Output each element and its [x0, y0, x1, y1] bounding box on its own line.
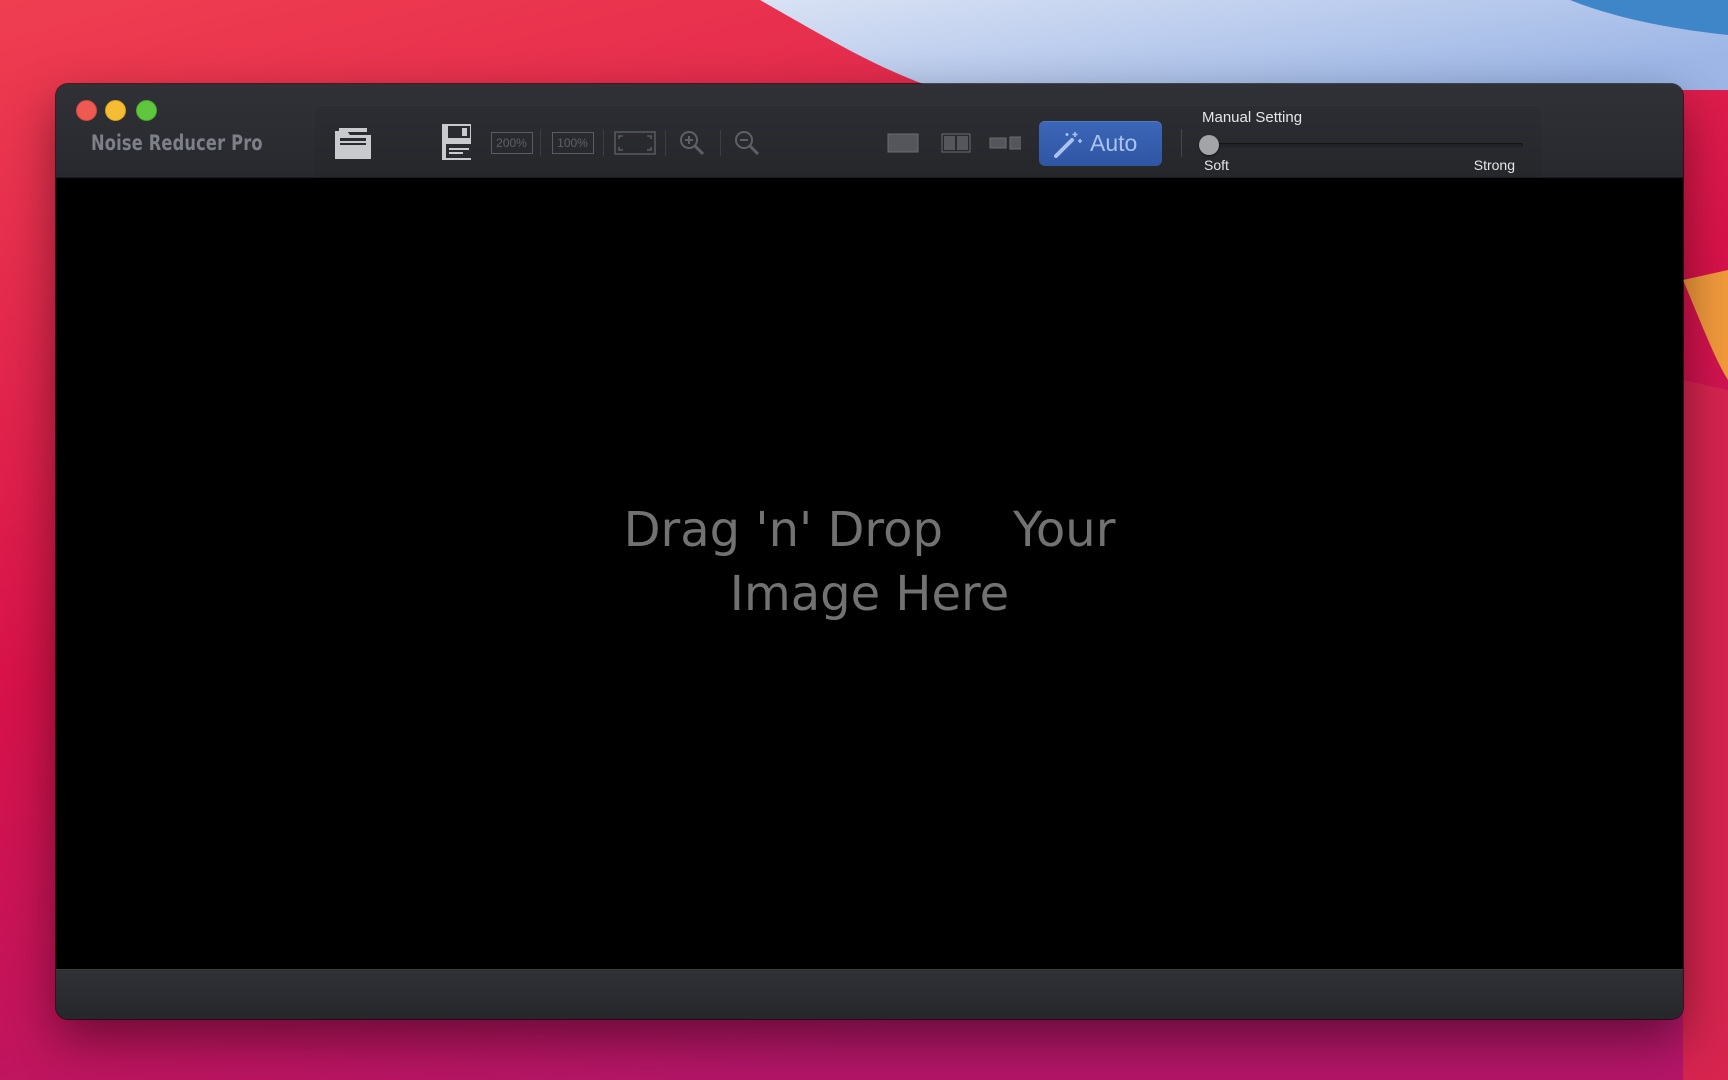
fit-screen-icon — [614, 131, 656, 155]
zoom-in-button[interactable] — [675, 127, 709, 159]
zoom-out-icon — [735, 131, 760, 156]
auto-button-label: Auto — [1090, 130, 1138, 156]
zoom-200-label: 200% — [490, 132, 533, 154]
split-view-icon — [941, 133, 971, 153]
open-file-button[interactable] — [328, 117, 378, 167]
toolbar-separator — [540, 130, 541, 156]
magic-wand-icon — [1054, 132, 1082, 158]
toolbar-separator — [665, 130, 666, 156]
toolbar-separator — [720, 130, 721, 156]
drop-hint-part-a: Drag 'n' Drop — [623, 502, 943, 558]
zoom-in-icon — [680, 131, 705, 156]
minimize-window-button[interactable] — [105, 100, 126, 121]
toolbar-separator — [603, 130, 604, 156]
toolbar: Noise Reducer Pro 200% 100% Auto Manual … — [56, 84, 1683, 178]
zoom-100-label: 100% — [551, 132, 594, 154]
app-window: Noise Reducer Pro 200% 100% Auto Manual … — [56, 84, 1683, 1019]
split-view-button[interactable] — [934, 129, 978, 157]
app-title: Noise Reducer Pro — [91, 131, 263, 155]
single-view-icon — [887, 133, 919, 153]
manual-setting-label: Manual Setting — [1202, 109, 1303, 126]
drop-hint-line-1: Drag 'n' Drop Your — [56, 498, 1683, 562]
noise-strength-slider-knob[interactable] — [1199, 135, 1219, 155]
slider-min-label: Soft — [1204, 157, 1229, 173]
zoom-200-button[interactable]: 200% — [489, 130, 534, 156]
noise-strength-slider-track[interactable] — [1208, 143, 1523, 148]
single-view-button[interactable] — [881, 129, 925, 157]
status-bar — [56, 969, 1683, 1019]
fit-to-window-button[interactable] — [612, 130, 658, 156]
zoom-out-button[interactable] — [730, 127, 764, 159]
folder-icon — [335, 128, 371, 159]
slider-max-label: Strong — [1473, 157, 1515, 173]
toolbar-separator — [1181, 129, 1182, 157]
close-window-button[interactable] — [76, 100, 97, 121]
zoom-100-button[interactable]: 100% — [550, 130, 595, 156]
drop-hint-line-2: Image Here — [729, 566, 1010, 622]
drop-hint: Drag 'n' Drop Your Image Here — [56, 498, 1683, 626]
drop-hint-part-b: Your — [1012, 502, 1116, 558]
image-drop-area[interactable]: Drag 'n' Drop Your Image Here — [56, 178, 1683, 969]
zoom-window-button[interactable] — [136, 100, 157, 121]
auto-denoise-button[interactable]: Auto — [1039, 121, 1162, 166]
